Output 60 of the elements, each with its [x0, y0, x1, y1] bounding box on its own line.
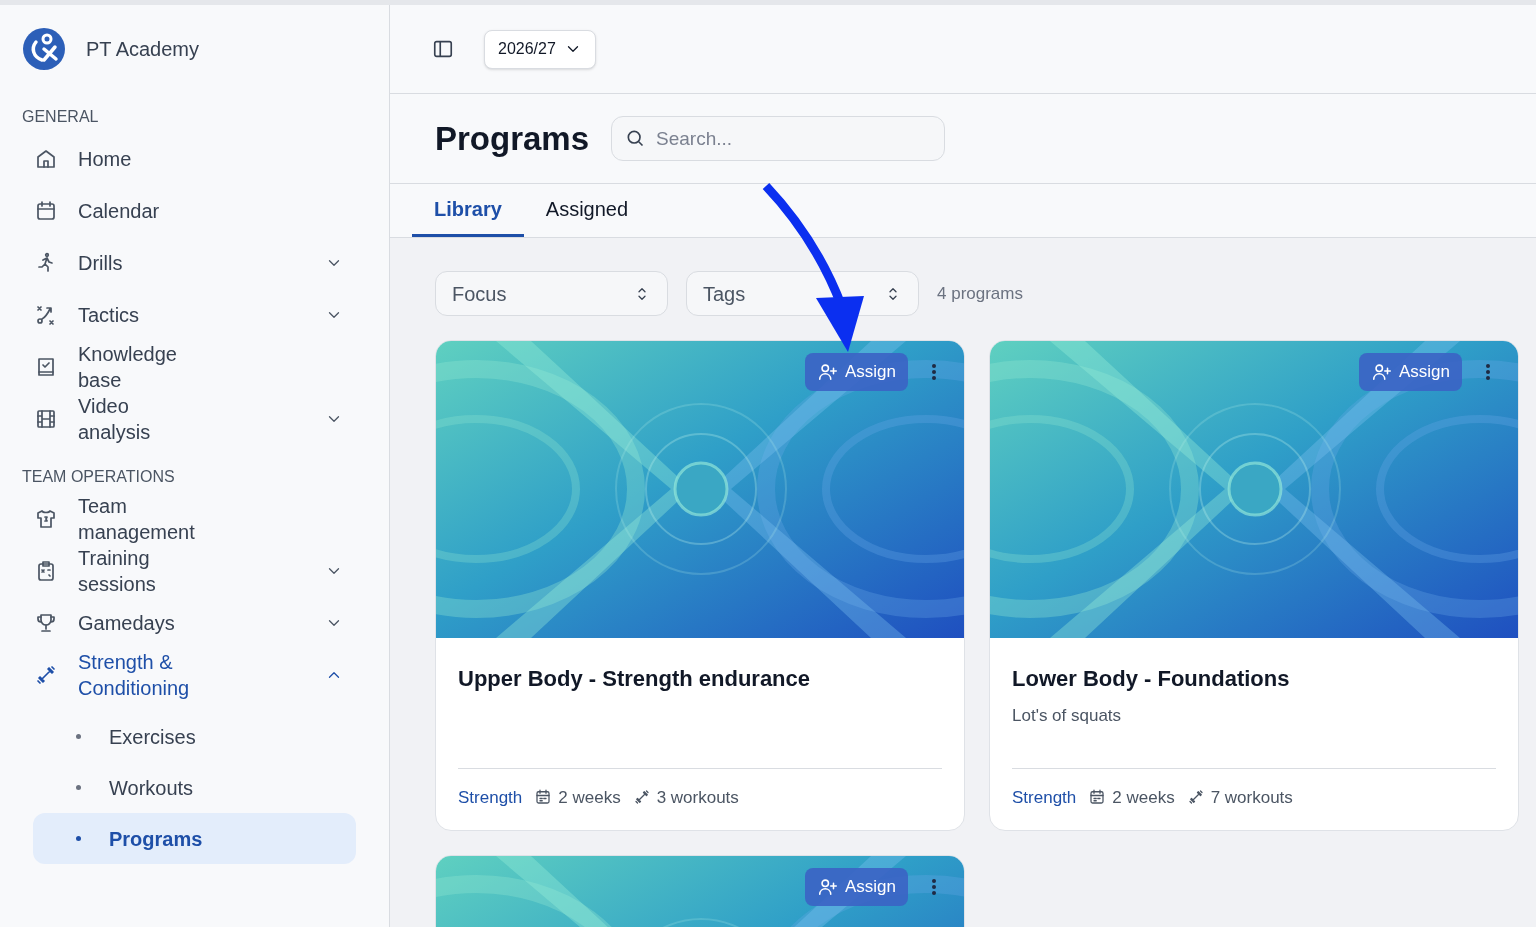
sidebar-item[interactable]: Gamedays	[22, 597, 367, 649]
season-dropdown[interactable]: 2026/27	[484, 29, 596, 69]
sidebar-item[interactable]: Tactics	[22, 289, 367, 341]
card-title: Upper Body - Strength endurance	[458, 665, 812, 693]
add-user-icon	[1370, 361, 1393, 383]
home-icon	[34, 147, 58, 171]
sidebar-item[interactable]: Video analysis	[22, 393, 367, 445]
search-icon	[625, 128, 646, 148]
submenu-item[interactable]: Exercises	[33, 711, 356, 762]
bullet-icon	[76, 734, 81, 739]
calendar-icon	[534, 788, 553, 807]
dumbbell-icon	[1186, 788, 1205, 807]
calendar-icon	[1088, 788, 1107, 807]
submenu-item[interactable]: Workouts	[33, 762, 356, 813]
trophy-icon	[34, 611, 58, 635]
assign-button[interactable]: Assign	[804, 353, 908, 391]
section-heading: TEAM OPERATIONS	[22, 467, 176, 487]
assign-button[interactable]: Assign	[804, 868, 908, 906]
workouts-label: 7 workouts	[1210, 786, 1293, 809]
workouts-label: 3 workouts	[656, 786, 739, 809]
add-user-icon	[816, 361, 839, 383]
program-card[interactable]: Assign Upper Body - Strength endurance Strength 2 weeks 3 workouts	[435, 340, 965, 831]
assign-button[interactable]: Assign	[1358, 353, 1462, 391]
brand-name: PT Academy	[86, 37, 200, 62]
duration-label: 2 weeks	[1112, 786, 1175, 809]
submenu-item[interactable]: Programs	[33, 813, 356, 864]
add-user-icon	[816, 876, 839, 898]
program-card[interactable]: Assign Lower Body - Foundations Lot's of squats Strength 2 weeks 7 workouts	[989, 340, 1519, 831]
focus-label: Strength	[458, 786, 523, 809]
sidebar-item[interactable]: Drills	[22, 237, 367, 289]
dumbbell-icon	[632, 788, 651, 807]
sidebar-item[interactable]: Strength & Conditioning	[22, 649, 367, 701]
page-title: Programs	[435, 118, 590, 159]
jersey-icon	[34, 507, 58, 531]
more-options-icon[interactable]	[931, 878, 937, 896]
filter-select[interactable]: Focus	[435, 271, 668, 316]
section-heading: GENERAL	[22, 107, 100, 127]
duration-label: 2 weeks	[558, 786, 621, 809]
film-icon	[34, 407, 58, 431]
sidebar-item[interactable]: Calendar	[22, 185, 367, 237]
search-field[interactable]: Search...	[611, 116, 946, 161]
calendar-icon	[34, 199, 58, 223]
card-description: Lot's of squats	[1012, 705, 1123, 727]
sidebar-item[interactable]: Team management	[22, 493, 367, 545]
more-options-icon[interactable]	[1485, 363, 1491, 381]
bullet-icon	[76, 785, 81, 790]
filter-select[interactable]: Tags	[686, 271, 919, 316]
dumbbell-icon	[34, 663, 58, 687]
more-options-icon[interactable]	[931, 363, 937, 381]
sidebar-item[interactable]: Home	[22, 133, 367, 185]
card-title: Lower Body - Foundations	[1012, 665, 1291, 693]
tab[interactable]: Assigned	[523, 184, 651, 237]
sidebar-item[interactable]: Training sessions	[22, 545, 367, 597]
bullet-icon	[76, 836, 81, 841]
program-card[interactable]: Assign	[435, 855, 965, 927]
sidebar-item[interactable]: Knowledge base	[22, 341, 367, 393]
focus-label: Strength	[1012, 786, 1077, 809]
logo-icon	[22, 27, 66, 71]
sidebar-toggle-icon[interactable]	[432, 38, 454, 60]
program-count: 4 programs	[937, 282, 1023, 305]
